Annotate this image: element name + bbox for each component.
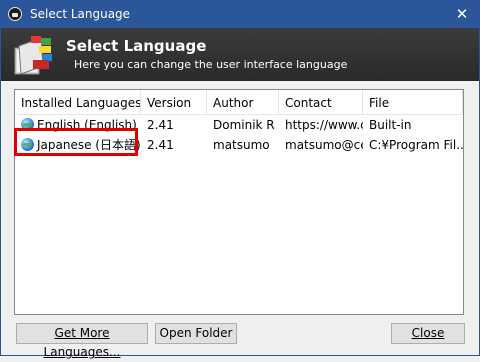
header-title: Select Language — [66, 37, 207, 55]
open-folder-button[interactable]: Open Folder — [155, 323, 237, 344]
version-cell: 2.41 — [147, 138, 174, 152]
close-button[interactable]: Close — [391, 323, 465, 344]
column-header-contact[interactable]: Contact — [279, 90, 363, 114]
column-header-author[interactable]: Author — [207, 90, 279, 114]
get-more-languages-button[interactable]: Get More Languages... — [16, 323, 148, 359]
author-cell: matsumo — [213, 138, 270, 152]
column-header-installed-languages[interactable]: Installed Languages — [15, 90, 141, 114]
language-name: English (English) — [37, 118, 137, 132]
language-name: Japanese (日本語) — [37, 138, 141, 152]
title-bar[interactable]: Select Language ✕ — [1, 1, 479, 28]
globe-icon — [21, 138, 34, 151]
close-window-button[interactable]: ✕ — [445, 1, 479, 28]
close-label: Close — [411, 326, 445, 340]
file-cell: Built-in — [369, 118, 412, 132]
contact-cell: matsumo@ce — [285, 138, 363, 152]
window-title: Select Language — [30, 7, 131, 21]
language-book-icon — [14, 36, 52, 75]
column-header-version[interactable]: Version — [141, 90, 207, 114]
get-more-languages-label: Get More Languages... — [43, 326, 121, 359]
dialog-header: Select Language Here you can change the … — [1, 28, 479, 81]
open-folder-label: Open Folder — [159, 326, 233, 340]
table-row[interactable]: English (English) 2.41 Dominik R https:/… — [15, 115, 463, 135]
language-cell: Japanese (日本語) — [15, 135, 141, 155]
globe-icon — [21, 118, 34, 131]
contact-cell: https://www.c — [285, 118, 363, 132]
header-subtitle: Here you can change the user interface l… — [74, 58, 348, 71]
author-cell: Dominik R — [213, 118, 275, 132]
version-cell: 2.41 — [147, 118, 174, 132]
lock-app-icon — [8, 7, 22, 21]
column-header-file[interactable]: File — [363, 90, 463, 114]
list-header: Installed Languages Version Author Conta… — [15, 90, 463, 115]
installed-languages-list[interactable]: Installed Languages Version Author Conta… — [14, 89, 464, 315]
select-language-dialog: Select Language ✕ Select Language Here y… — [0, 0, 480, 359]
language-cell: English (English) — [15, 115, 141, 135]
file-cell: C:¥Program Fil... — [369, 138, 463, 152]
table-row[interactable]: Japanese (日本語) 2.41 matsumo matsumo@ce C… — [15, 135, 463, 155]
